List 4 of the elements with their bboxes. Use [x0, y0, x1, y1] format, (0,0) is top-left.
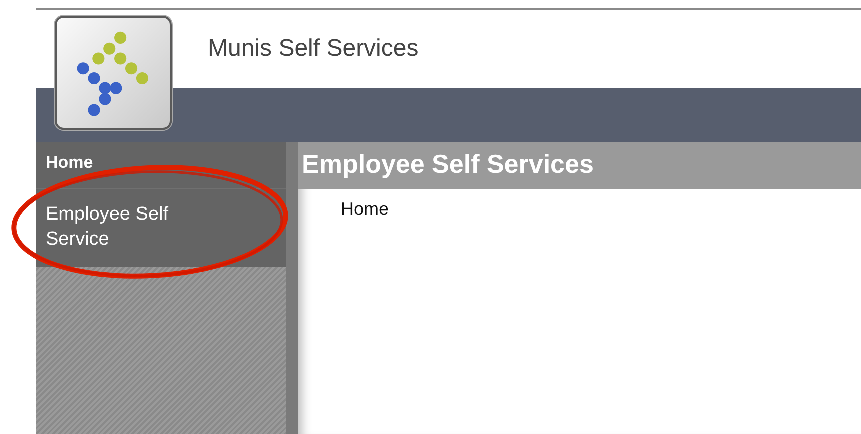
app-title: Munis Self Services	[208, 35, 419, 64]
nav-link[interactable]: Employee Self Service	[36, 189, 286, 268]
page-title: Employee Self Services	[298, 142, 861, 189]
breadcrumb-link[interactable]: Home	[341, 199, 390, 220]
